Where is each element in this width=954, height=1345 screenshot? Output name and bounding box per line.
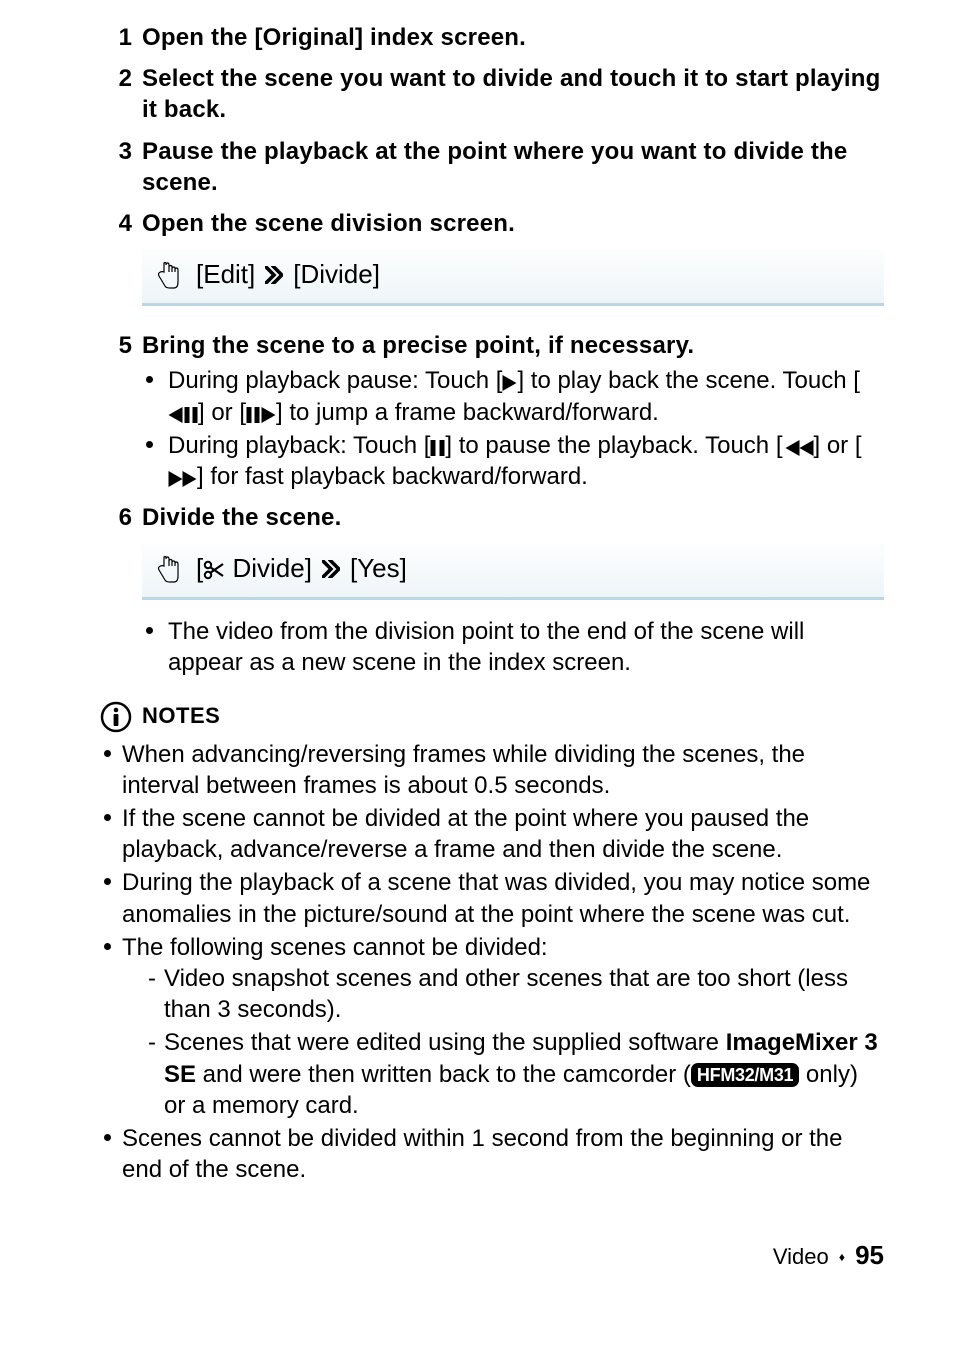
frame-reverse-icon [168, 407, 198, 423]
bullet-dot-icon [146, 441, 153, 448]
step-2: 2 Select the scene you want to divide an… [110, 63, 884, 125]
panel-text: [ Divide] [Yes] [196, 552, 407, 586]
step-3: 3 Pause the playback at the point where … [110, 136, 884, 198]
note-text: During the playback of a scene that was … [122, 869, 870, 927]
bullet-dot-icon [104, 943, 111, 950]
scissors-icon [203, 560, 225, 580]
step-heading: Open the scene division screen. [142, 208, 884, 239]
step-number: 1 [100, 22, 132, 53]
model-badge: HFM32/M31 [691, 1063, 799, 1087]
step-6-result: The video from the division point to the… [110, 616, 884, 678]
step-heading: Open the [Original] index screen. [142, 22, 884, 53]
frame-forward-icon [246, 407, 276, 423]
bullet-dot-icon [146, 376, 153, 383]
step-4: 4 Open the scene division screen. [110, 208, 884, 239]
page-footer: Video ♦ 95 [110, 1239, 884, 1273]
info-icon [100, 701, 132, 733]
bullet-text: During playback: Touch [] to pause the p… [168, 432, 862, 490]
step-1: 1 Open the [Original] index screen. [110, 22, 884, 53]
note-item: During the playback of a scene that was … [100, 867, 884, 929]
bullet-dot-icon [104, 814, 111, 821]
notes-header: NOTES [100, 701, 884, 733]
notes-list: When advancing/reversing frames while di… [110, 739, 884, 1186]
step-heading: Pause the playback at the point where yo… [142, 136, 884, 198]
bullet-dot-icon [104, 878, 111, 885]
bullet-item: During playback pause: Touch [] to play … [142, 365, 884, 427]
touch-sequence-panel: [Edit] [Divide] [142, 249, 884, 306]
touch-hand-icon [154, 551, 184, 587]
chevron-right-icon [265, 266, 283, 284]
fast-forward-icon [168, 471, 197, 487]
dash-icon: - [148, 1027, 156, 1058]
pause-icon [430, 440, 445, 456]
panel-item: [ Divide] [196, 552, 312, 586]
bullet-item: During playback: Touch [] to pause the p… [142, 430, 884, 492]
step-heading: Divide the scene. [142, 502, 884, 533]
section-label: Video [773, 1244, 829, 1269]
step-number: 5 [100, 330, 132, 361]
page-number: 95 [855, 1240, 884, 1270]
notes-heading: NOTES [142, 702, 220, 731]
step-number: 2 [100, 63, 132, 94]
diamond-icon: ♦ [835, 1250, 849, 1264]
note-text: The following scenes cannot be divided: [122, 934, 548, 961]
touch-sequence-panel: [ Divide] [Yes] [142, 543, 884, 600]
step-6: 6 Divide the scene. [110, 502, 884, 533]
bullet-dot-icon [146, 627, 153, 634]
bullet-text: During playback pause: Touch [] to play … [168, 367, 860, 425]
note-item: When advancing/reversing frames while di… [100, 739, 884, 801]
step-number: 6 [100, 502, 132, 533]
step-number: 4 [100, 208, 132, 239]
note-item: If the scene cannot be divided at the po… [100, 803, 884, 865]
note-sub-item: - Scenes that were edited using the supp… [122, 1027, 884, 1121]
note-item: Scenes cannot be divided within 1 second… [100, 1123, 884, 1185]
note-text: If the scene cannot be divided at the po… [122, 805, 809, 863]
step-sub-bullets: The video from the division point to the… [142, 616, 884, 678]
step-sub-bullets: During playback pause: Touch [] to play … [142, 365, 884, 492]
touch-hand-icon [154, 257, 184, 293]
ordered-steps: 1 Open the [Original] index screen. 2 Se… [110, 22, 884, 679]
bullet-text: The video from the division point to the… [168, 618, 804, 676]
panel-item: [Yes] [350, 552, 407, 586]
note-text: When advancing/reversing frames while di… [122, 741, 805, 799]
note-item: The following scenes cannot be divided: … [100, 932, 884, 1121]
bullet-dot-icon [104, 1134, 111, 1141]
bullet-dot-icon [104, 750, 111, 757]
step-heading: Select the scene you want to divide and … [142, 63, 884, 125]
panel-item: [Edit] [196, 258, 255, 292]
chevron-right-icon [322, 560, 340, 578]
panel-text: [Edit] [Divide] [196, 258, 380, 292]
note-sub-text: Video snapshot scenes and other scenes t… [164, 965, 848, 1023]
fast-reverse-icon [783, 440, 814, 456]
step-5: 5 Bring the scene to a precise point, if… [110, 330, 884, 492]
note-sub-text: Scenes that were edited using the suppli… [164, 1029, 878, 1118]
step-heading: Bring the scene to a precise point, if n… [142, 330, 884, 361]
step-number: 3 [100, 136, 132, 167]
note-text: Scenes cannot be divided within 1 second… [122, 1125, 842, 1183]
panel-item: [Divide] [293, 258, 380, 292]
dash-icon: - [148, 963, 156, 994]
bullet-item: The video from the division point to the… [142, 616, 884, 678]
play-icon [502, 375, 517, 391]
note-sub-item: -Video snapshot scenes and other scenes … [122, 963, 884, 1025]
